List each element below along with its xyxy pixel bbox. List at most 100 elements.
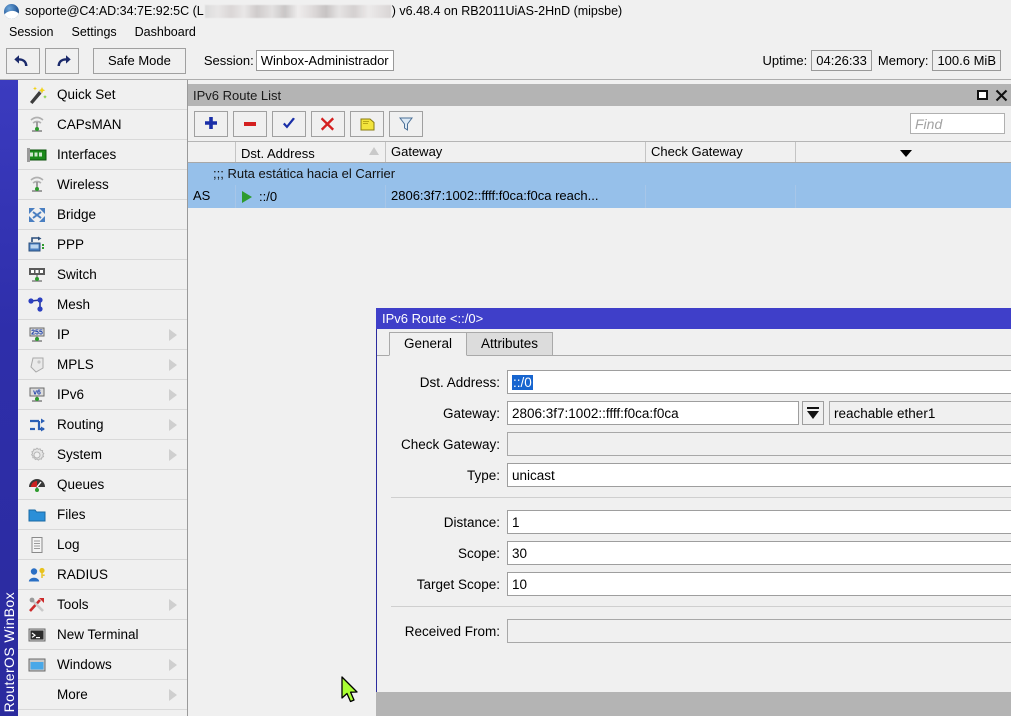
- menu-session[interactable]: Session: [0, 25, 62, 39]
- switch-icon: [25, 264, 49, 286]
- sidebar-item-new-terminal[interactable]: New Terminal: [18, 620, 187, 650]
- sidebar-item-label: System: [57, 447, 169, 462]
- dst-address-input[interactable]: ::/0: [507, 370, 1011, 394]
- sidebar-item-ppp[interactable]: PPP: [18, 230, 187, 260]
- mpls-tag-icon: [25, 354, 49, 376]
- disable-button[interactable]: [311, 111, 345, 137]
- close-icon[interactable]: [992, 87, 1010, 104]
- magic-wand-icon: [25, 84, 49, 106]
- sidebar-item-label: Routing: [57, 417, 169, 432]
- sidebar-item-quick-set[interactable]: Quick Set: [18, 80, 187, 110]
- radius-user-key-icon: [25, 564, 49, 586]
- table-row[interactable]: AS ::/0 2806:3f7:1002::ffff:f0ca:f0ca re…: [188, 185, 1011, 208]
- uptime-label: Uptime:: [762, 53, 807, 68]
- route-list-window-buttons: [973, 87, 1011, 104]
- sidebar-item-ipv6[interactable]: v6 IPv6: [18, 380, 187, 410]
- session-label: Session:: [204, 53, 254, 68]
- column-header-dst-address[interactable]: Dst. Address: [236, 142, 386, 162]
- uptime-value: 04:26:33: [811, 50, 872, 71]
- log-scroll-icon: [25, 534, 49, 556]
- find-input[interactable]: Find: [910, 113, 1005, 134]
- column-header-gateway[interactable]: Gateway: [386, 142, 646, 162]
- route-dialog-title: IPv6 Route <::/0>: [382, 311, 483, 326]
- remove-button[interactable]: [233, 111, 267, 137]
- antenna-icon: [25, 174, 49, 196]
- route-list-title: IPv6 Route List: [193, 88, 281, 103]
- sidebar-item-label: RADIUS: [57, 567, 187, 582]
- undo-arrow-icon[interactable]: [6, 48, 40, 74]
- chevron-down-icon: [900, 150, 912, 157]
- column-header-flags[interactable]: [188, 142, 236, 162]
- sidebar-item-log[interactable]: Log: [18, 530, 187, 560]
- menu-settings[interactable]: Settings: [62, 25, 125, 39]
- type-input[interactable]: unicast: [507, 463, 1011, 487]
- sidebar-item-tools[interactable]: Tools: [18, 590, 187, 620]
- tab-attributes[interactable]: Attributes: [466, 332, 553, 355]
- comment-button[interactable]: [350, 111, 384, 137]
- check-gateway-input[interactable]: [507, 432, 1011, 456]
- route-dialog-body: General Attributes Dst. Address: ::/0 Ga…: [376, 329, 1011, 716]
- sidebar-item-mpls[interactable]: MPLS: [18, 350, 187, 380]
- sidebar-item-label: IPv6: [57, 387, 169, 402]
- tab-general[interactable]: General: [389, 332, 467, 356]
- type-label: Type:: [377, 468, 507, 483]
- ip-255-icon: 255: [25, 324, 49, 346]
- sidebar-item-more[interactable]: More: [18, 680, 187, 710]
- tools-icon: [25, 594, 49, 616]
- sidebar-item-routing[interactable]: Routing: [18, 410, 187, 440]
- sidebar-item-wireless[interactable]: Wireless: [18, 170, 187, 200]
- ppp-icon: [25, 234, 49, 256]
- redo-arrow-icon[interactable]: [45, 48, 79, 74]
- sidebar-item-label: Log: [57, 537, 187, 552]
- column-chooser-button[interactable]: [796, 142, 1011, 162]
- distance-label: Distance:: [377, 515, 507, 530]
- route-comment-row[interactable]: ;;; Ruta estática hacia el Carrier: [188, 163, 1011, 185]
- sidebar-brand-label: RouterOS WinBox: [1, 592, 17, 712]
- gateway-status-field: reachable ether1: [829, 401, 1011, 425]
- sidebar: RouterOS WinBox Quick Set: [0, 80, 188, 716]
- antenna-icon: [25, 114, 49, 136]
- sidebar-item-queues[interactable]: Queues: [18, 470, 187, 500]
- add-button[interactable]: [194, 111, 228, 137]
- routing-arrows-icon: [25, 414, 49, 436]
- distance-input[interactable]: 1: [507, 510, 1011, 534]
- sidebar-item-bridge[interactable]: Bridge: [18, 200, 187, 230]
- target-scope-label: Target Scope:: [377, 577, 507, 592]
- form-divider-2: [391, 606, 1011, 607]
- sidebar-item-radius[interactable]: RADIUS: [18, 560, 187, 590]
- sidebar-item-files[interactable]: Files: [18, 500, 187, 530]
- sidebar-item-switch[interactable]: Switch: [18, 260, 187, 290]
- gateway-dropdown-button[interactable]: [802, 401, 824, 425]
- restore-window-icon[interactable]: [973, 87, 991, 104]
- safe-mode-button[interactable]: Safe Mode: [93, 48, 186, 74]
- gear-icon: [25, 444, 49, 466]
- folder-icon: [25, 504, 49, 526]
- sidebar-brand-strip: RouterOS WinBox: [0, 80, 18, 716]
- sidebar-item-label: Files: [57, 507, 187, 522]
- sidebar-item-interfaces[interactable]: Interfaces: [18, 140, 187, 170]
- sidebar-item-capsman[interactable]: CAPsMAN: [18, 110, 187, 140]
- session-field[interactable]: Winbox-Administrador: [256, 50, 394, 71]
- menu-dashboard[interactable]: Dashboard: [126, 25, 205, 39]
- dst-address-value: ::/0: [512, 375, 533, 390]
- received-from-label: Received From:: [377, 624, 507, 639]
- window-titlebar: soporte@C4:AD:34:7E:92:5C (L) v6.48.4 on…: [0, 0, 1011, 22]
- sidebar-item-ip[interactable]: 255 IP: [18, 320, 187, 350]
- enable-button[interactable]: [272, 111, 306, 137]
- column-header-check-gateway[interactable]: Check Gateway: [646, 142, 796, 162]
- target-scope-input[interactable]: 10: [507, 572, 1011, 596]
- sidebar-item-label: Bridge: [57, 207, 187, 222]
- sort-ascending-icon: [369, 147, 379, 155]
- scope-input[interactable]: 30: [507, 541, 1011, 565]
- sidebar-item-windows[interactable]: Windows: [18, 650, 187, 680]
- sidebar-item-system[interactable]: System: [18, 440, 187, 470]
- filter-button[interactable]: [389, 111, 423, 137]
- sidebar-item-label: Wireless: [57, 177, 187, 192]
- svg-text:255: 255: [31, 329, 43, 336]
- sidebar-item-mesh[interactable]: Mesh: [18, 290, 187, 320]
- form-divider: [391, 497, 1011, 498]
- sidebar-item-label: More: [25, 687, 169, 702]
- gateway-input[interactable]: 2806:3f7:1002::ffff:f0ca:f0ca: [507, 401, 799, 425]
- route-list-toolbar: Find: [188, 106, 1011, 142]
- field-row-distance: Distance: 1: [377, 510, 1011, 534]
